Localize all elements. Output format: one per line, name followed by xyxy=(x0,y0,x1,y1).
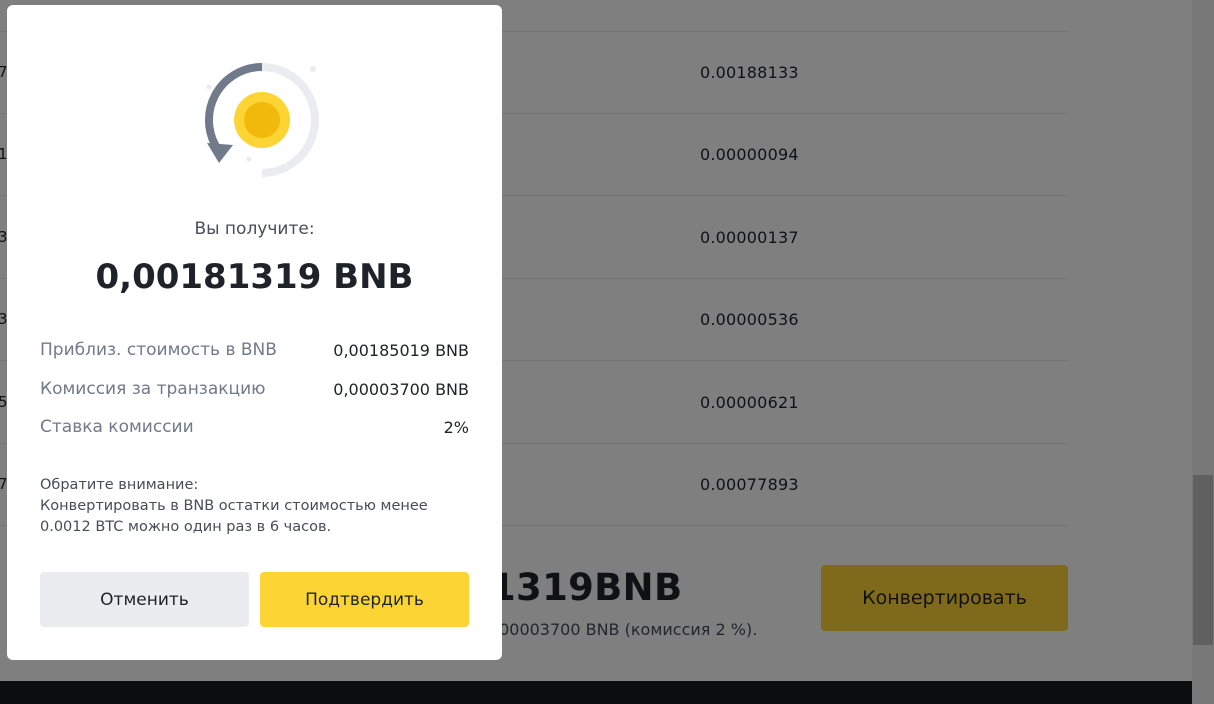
detail-value: 2% xyxy=(443,417,469,437)
confirm-button[interactable]: Подтвердить xyxy=(260,572,469,627)
note-title: Обратите внимание: xyxy=(40,477,199,493)
detail-value: 0,00003700 BNB xyxy=(333,379,469,399)
detail-label: Ставка комиссии xyxy=(40,417,194,437)
receive-amount: 0,00181319 BNB xyxy=(95,257,414,297)
detail-row-approx-value: Приблиз. стоимость в BNB 0,00185019 BNB xyxy=(40,338,469,362)
cancel-button[interactable]: Отменить xyxy=(40,572,249,627)
coin-convert-icon xyxy=(205,63,319,177)
detail-row-fee-rate: Ставка комиссии 2% xyxy=(40,415,469,439)
detail-label: Приблиз. стоимость в BNB xyxy=(40,340,277,360)
note-text: Конвертировать в BNB остатки стоимостью … xyxy=(40,498,428,535)
note: Обратите внимание: Конвертировать в BNB … xyxy=(40,475,480,538)
detail-label: Комиссия за транзакцию xyxy=(40,379,266,399)
detail-row-fee: Комиссия за транзакцию 0,00003700 BNB xyxy=(40,377,469,401)
convert-confirm-dialog: Вы получите: 0,00181319 BNB Приблиз. сто… xyxy=(7,5,502,660)
detail-value: 0,00185019 BNB xyxy=(333,340,469,360)
receive-label: Вы получите: xyxy=(194,219,315,239)
